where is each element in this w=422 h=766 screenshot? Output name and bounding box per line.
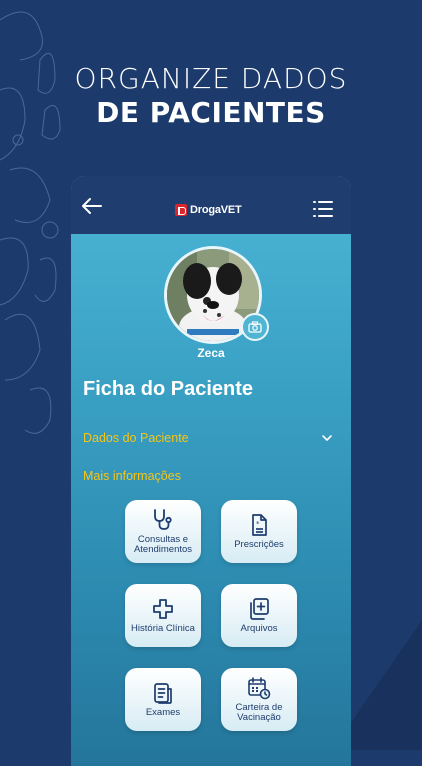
tile-label: Carteira de Vacinação: [235, 701, 283, 723]
historia-clinica-tile[interactable]: História Clínica: [125, 584, 201, 647]
tile-label: Consultas e Atendimentos: [133, 533, 193, 555]
more-info-label: Mais informações: [83, 469, 181, 483]
tile-label: Exames: [145, 706, 181, 718]
section-label: Dados do Paciente: [83, 431, 189, 445]
calendar-clock-icon: [248, 676, 271, 699]
logo-mark-icon: [175, 204, 187, 216]
drogavet-logo: DrogaVET: [175, 202, 242, 218]
exam-document-icon: [154, 682, 172, 704]
consultas-tile[interactable]: Consultas e Atendimentos: [125, 500, 201, 563]
camera-icon: [248, 321, 262, 333]
headline-line-2: DE PACIENTES: [96, 96, 326, 129]
pet-name: Zeca: [197, 346, 225, 360]
phone-screen: DrogaVET Zeca Ficha do Paciente Dados do…: [71, 176, 351, 766]
tile-label: História Clínica: [131, 622, 195, 634]
prescricoes-tile[interactable]: * Prescrições: [221, 500, 297, 563]
page-title: Ficha do Paciente: [83, 378, 254, 400]
add-files-icon: [250, 597, 269, 620]
prescription-icon: *: [252, 513, 267, 536]
stethoscope-icon: [154, 508, 172, 530]
headline-line-1: ORGANIZE DADOS: [74, 62, 348, 95]
exames-tile[interactable]: Exames: [125, 668, 201, 731]
arquivos-tile[interactable]: Arquivos: [221, 584, 297, 647]
app-bar: DrogaVET: [71, 176, 351, 234]
arrow-left-icon[interactable]: [81, 196, 103, 216]
camera-button[interactable]: [241, 313, 269, 341]
tile-label: Arquivos: [240, 622, 278, 634]
medical-cross-icon: [153, 598, 173, 619]
carteira-vacinacao-tile[interactable]: Carteira de Vacinação: [221, 668, 297, 731]
patient-data-accordion[interactable]: Dados do Paciente: [83, 429, 333, 447]
list-menu-icon[interactable]: [313, 200, 333, 218]
svg-text:*: *: [256, 520, 260, 528]
logo-text: DrogaVET: [190, 204, 242, 216]
tile-label: Prescrições: [234, 538, 284, 550]
chevron-down-icon: [322, 435, 332, 441]
